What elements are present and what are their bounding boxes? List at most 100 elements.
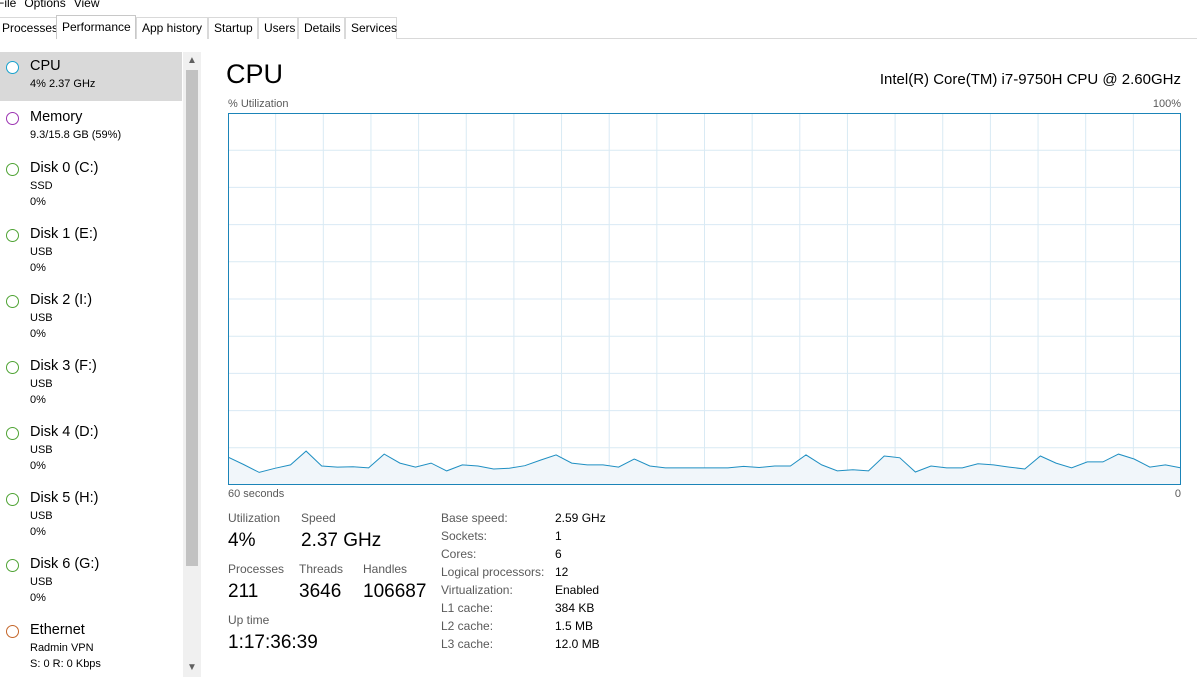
sidebar-item-detail: 4% 2.37 GHz <box>30 78 96 90</box>
status-circle-icon <box>6 61 19 74</box>
sidebar-item-memory[interactable]: Memory 9.3/15.8 GB (59%) <box>0 103 182 152</box>
sidebar-item-detail: USB <box>30 444 53 456</box>
sidebar-item-disk-0-c[interactable]: Disk 0 (C:) SSD 0% <box>0 154 182 218</box>
sidebar: CPU 4% 2.37 GHz Memory 9.3/15.8 GB (59%) Dis… <box>0 52 182 677</box>
utilization-value: 4% <box>228 530 256 551</box>
spec-label: L2 cache: <box>441 619 494 633</box>
spec-label: Sockets: <box>441 529 488 543</box>
spec-value: 1.5 MB <box>555 619 594 633</box>
sidebar-item-title: Disk 3 (F:) <box>30 358 97 374</box>
sidebar-item-detail: USB <box>30 510 53 522</box>
sidebar-item-detail: 0% <box>30 592 46 604</box>
sidebar-item-detail: Radmin VPN <box>30 642 94 654</box>
spec-label: Base speed: <box>441 511 508 525</box>
sidebar-item-detail: USB <box>30 378 53 390</box>
tab-app-history[interactable]: App history <box>136 17 208 39</box>
tab-services[interactable]: Services <box>345 17 397 39</box>
tab-details[interactable]: Details <box>298 17 345 39</box>
spec-value: 12 <box>555 565 569 579</box>
sidebar-item-detail: 9.3/15.8 GB (59%) <box>30 129 122 141</box>
sidebar-item-title: Disk 5 (H:) <box>30 490 99 506</box>
tab-startup[interactable]: Startup <box>208 17 258 39</box>
spec-value: 384 KB <box>555 601 595 615</box>
spec-value: 2.59 GHz <box>555 511 606 525</box>
spec-label: Logical processors: <box>441 565 545 579</box>
spec-label: Virtualization: <box>441 583 513 597</box>
sidebar-item-detail: 0% <box>30 460 46 472</box>
cpu-model: Intel(R) Core(TM) i7-9750H CPU @ 2.60GHz <box>879 71 1181 88</box>
processes-value: 211 <box>228 581 259 602</box>
status-circle-icon <box>6 427 19 440</box>
uptime-label: Up time <box>228 613 270 627</box>
sidebar-item-title: Disk 2 (I:) <box>30 292 93 308</box>
page-title: CPU <box>226 59 284 89</box>
status-circle-icon <box>6 361 19 374</box>
processes-label: Processes <box>228 562 285 576</box>
sidebar-item-detail: 0% <box>30 394 46 406</box>
sidebar-item-detail: 0% <box>30 262 46 274</box>
tab-users[interactable]: Users <box>258 17 298 39</box>
sidebar-item-disk-2-i[interactable]: Disk 2 (I:) USB 0% <box>0 286 182 350</box>
status-circle-icon <box>6 493 19 506</box>
spec-label: L3 cache: <box>441 637 494 651</box>
sidebar-item-title: Disk 0 (C:) <box>30 160 99 176</box>
spec-value: 1 <box>555 529 562 543</box>
sidebar-scrollbar[interactable]: ▲ ▼ <box>183 52 201 677</box>
tab-processes[interactable]: Processes <box>0 17 58 39</box>
sidebar-item-detail: SSD <box>30 180 53 192</box>
status-circle-icon <box>6 112 19 125</box>
graph-time-right-label: 0 <box>1174 488 1181 500</box>
threads-label: Threads <box>299 562 344 576</box>
sidebar-item-detail: 0% <box>30 526 46 538</box>
speed-value: 2.37 GHz <box>301 530 382 551</box>
sidebar-item-detail: 0% <box>30 196 46 208</box>
spec-label: L1 cache: <box>441 601 494 615</box>
sidebar-item-detail: S: 0 R: 0 Kbps <box>30 658 101 670</box>
sidebar-item-ethernet[interactable]: Ethernet Radmin VPN S: 0 R: 0 Kbps <box>0 616 182 677</box>
status-circle-icon <box>6 295 19 308</box>
sidebar-item-disk-4-d[interactable]: Disk 4 (D:) USB 0% <box>0 418 182 482</box>
spec-value: 6 <box>555 547 562 561</box>
sidebar-item-detail: USB <box>30 312 53 324</box>
spec-label: Cores: <box>441 547 477 561</box>
status-circle-icon <box>6 229 19 242</box>
utilization-max-label: 100% <box>1152 98 1181 110</box>
status-circle-icon <box>6 163 19 176</box>
graph-time-left-label: 60 seconds <box>228 488 285 500</box>
sidebar-item-detail: 0% <box>30 328 46 340</box>
handles-label: Handles <box>363 562 408 576</box>
sidebar-item-detail: USB <box>30 246 53 258</box>
spec-value: 12.0 MB <box>555 637 600 651</box>
scroll-up-arrow-icon[interactable]: ▲ <box>183 52 201 70</box>
speed-label: Speed <box>301 511 336 525</box>
tab-performance[interactable]: Performance <box>56 15 136 39</box>
sidebar-item-title: Disk 6 (G:) <box>30 556 100 572</box>
sidebar-item-title: Disk 4 (D:) <box>30 424 99 440</box>
sidebar-item-disk-3-f[interactable]: Disk 3 (F:) USB 0% <box>0 352 182 416</box>
sidebar-item-cpu[interactable]: CPU 4% 2.37 GHz <box>0 52 182 101</box>
sidebar-item-title: CPU <box>30 58 61 74</box>
sidebar-item-title: Disk 1 (E:) <box>30 226 98 242</box>
menu-file[interactable]: File <box>0 0 19 9</box>
sidebar-item-disk-1-e[interactable]: Disk 1 (E:) USB 0% <box>0 220 182 284</box>
sidebar-item-title: Ethernet <box>30 622 85 638</box>
menu-view[interactable]: View <box>71 0 103 9</box>
menu-bar: File Options View <box>0 0 1197 12</box>
scroll-thumb[interactable] <box>186 70 198 566</box>
sidebar-item-detail: USB <box>30 576 53 588</box>
menu-options[interactable]: Options <box>21 0 68 9</box>
handles-value: 106687 <box>363 581 427 602</box>
scroll-down-arrow-icon[interactable]: ▼ <box>183 659 201 677</box>
uptime-value: 1:17:36:39 <box>228 632 318 653</box>
tab-bar: Processes Performance App history Startup Us… <box>0 15 1197 39</box>
sidebar-item-disk-5-h[interactable]: Disk 5 (H:) USB 0% <box>0 484 182 548</box>
status-circle-icon <box>6 625 19 638</box>
sidebar-item-title: Memory <box>30 109 83 125</box>
threads-value: 3646 <box>299 581 342 602</box>
sidebar-item-disk-6-g[interactable]: Disk 6 (G:) USB 0% <box>0 550 182 614</box>
spec-value: Enabled <box>555 583 600 597</box>
cpu-utilization-graph <box>228 113 1181 485</box>
utilization-label: Utilization <box>228 511 281 525</box>
status-circle-icon <box>6 559 19 572</box>
utilization-axis-label: % Utilization <box>228 98 289 110</box>
